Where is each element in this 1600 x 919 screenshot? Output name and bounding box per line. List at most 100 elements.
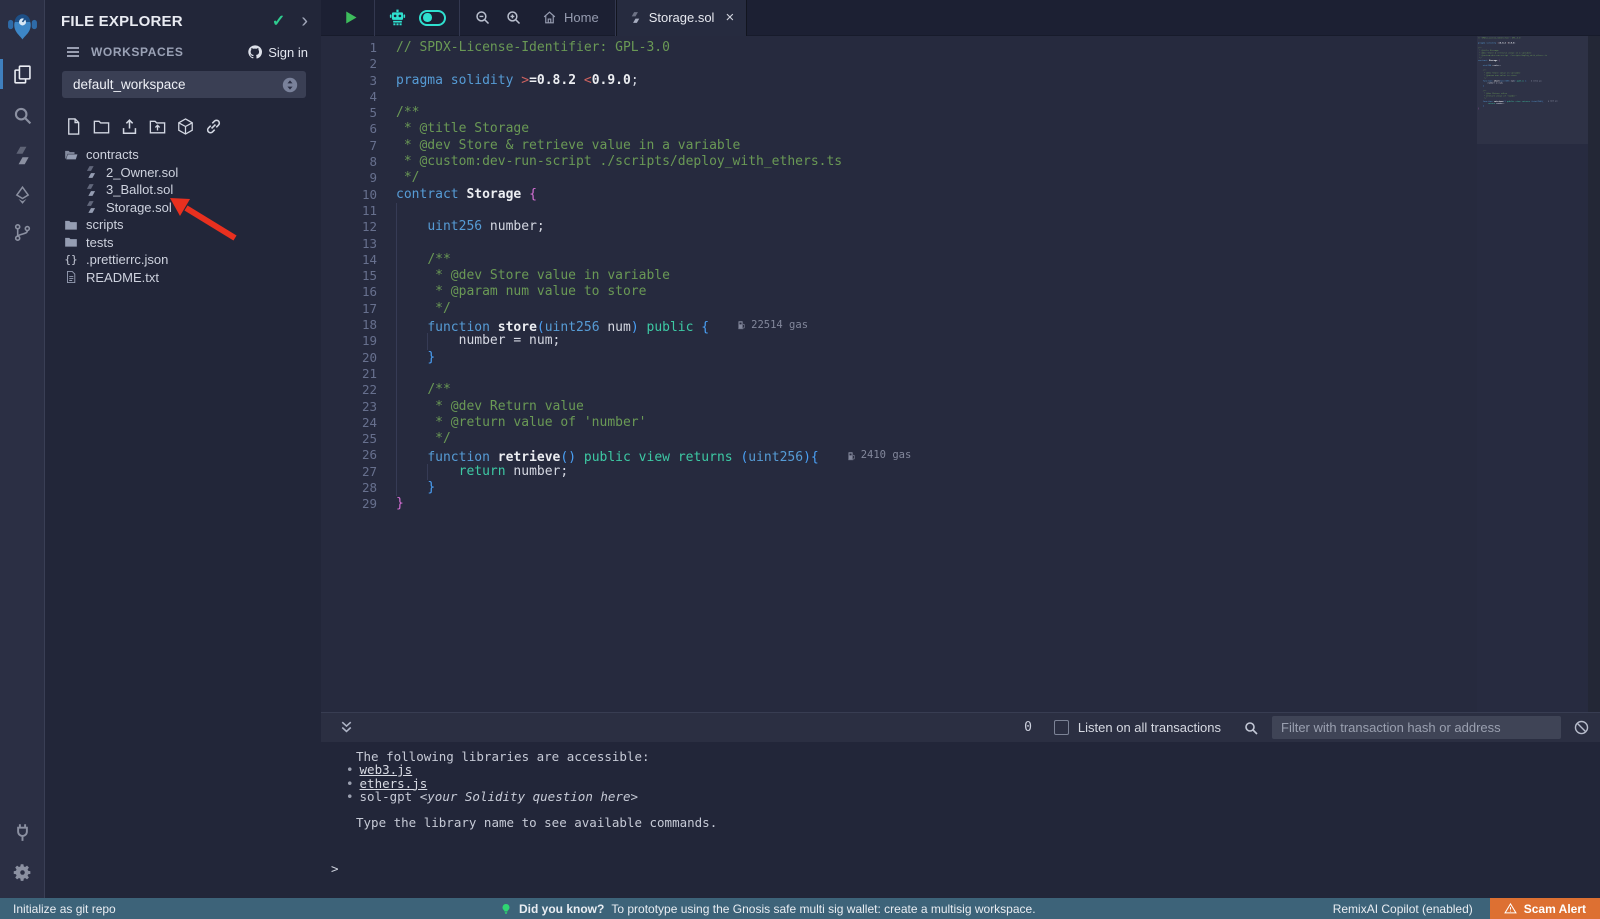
code-line-18[interactable]: function store(uint256 num) public {2251… [396,317,1477,333]
code-line-20[interactable]: } [396,350,1477,366]
code-line-4[interactable] [396,89,1477,105]
code-line-25[interactable]: */ [396,431,1477,447]
code-editor[interactable]: 1234567891011121314151617181920212223242… [321,36,1600,712]
code-line-7[interactable]: * @dev Store & retrieve value in a varia… [396,138,1477,154]
file-actions-toolbar [46,98,320,142]
hamburger-menu-icon[interactable] [64,44,82,60]
terminal-search-icon[interactable] [1243,720,1259,736]
code-line-8[interactable]: * @custom:dev-run-script ./scripts/deplo… [396,154,1477,170]
tip-text: To prototype using the Gnosis safe multi… [611,902,1035,916]
code-line-6[interactable]: * @title Storage [396,121,1477,137]
tree-item-storage-sol[interactable]: Storage.sol [46,199,320,217]
tree-item-readme-txt[interactable]: README.txt [46,269,320,287]
chevron-right-icon[interactable]: › [301,14,308,28]
code-line-10[interactable]: contract Storage { [396,187,1477,203]
terminal-collapse-icon[interactable] [338,719,355,736]
warning-triangle-icon [1504,902,1517,915]
code-line-15[interactable]: * @dev Store value in variable [396,268,1477,284]
editor-topbar: Home Storage.sol × [321,0,1600,36]
listen-all-transactions-checkbox[interactable] [1054,720,1069,735]
tree-item-tests[interactable]: tests [46,234,320,252]
file-tree: contracts2_Owner.sol3_Ballot.solStorage.… [46,142,320,286]
code-line-29[interactable]: } [396,496,1477,512]
zoom-in-icon[interactable] [505,9,522,26]
zoom-out-icon[interactable] [474,9,491,26]
home-icon [542,10,557,25]
code-line-19[interactable]: number = num; [396,333,1477,349]
check-icon: ✓ [272,11,285,31]
tab-storage-sol[interactable]: Storage.sol × [616,0,748,36]
remix-logo-icon[interactable] [6,6,39,42]
code-line-12[interactable]: uint256 number; [396,219,1477,235]
folder-open-icon [64,148,78,162]
copilot-toggle[interactable] [419,10,446,26]
tab-home[interactable]: Home [522,0,615,36]
rail-item-plugin-manager[interactable] [0,815,45,849]
code-line-9[interactable]: */ [396,170,1477,186]
code-content[interactable]: // SPDX-License-Identifier: GPL-3.0 pragm… [396,36,1477,513]
git-init-status[interactable]: Initialize as git repo [0,902,116,916]
workspace-updown-icon [282,77,298,93]
code-line-26[interactable]: function retrieve() public view returns … [396,447,1477,463]
folder-icon [64,218,78,232]
new-file-icon[interactable] [64,117,83,136]
rail-item-solidity-compiler[interactable] [0,138,45,172]
tree-item-scripts[interactable]: scripts [46,216,320,234]
rail-item-search[interactable] [0,98,45,132]
link-icon[interactable] [204,117,223,136]
code-line-13[interactable] [396,236,1477,252]
remix-ide-window: FILE EXPLORER ✓ › WORKSPACES Sign in def… [0,0,1600,919]
terminal-header: 0 Listen on all transactions [321,712,1600,742]
code-line-27[interactable]: return number; [396,464,1477,480]
editor-minimap[interactable]: // SPDX-License-Identifier: GPL-3.0pragm… [1477,36,1588,712]
listen-all-transactions-label[interactable]: Listen on all transactions [1078,720,1221,735]
code-line-11[interactable] [396,203,1477,219]
code-line-17[interactable]: */ [396,301,1477,317]
scam-alert-button[interactable]: Scam Alert [1490,898,1600,919]
code-line-28[interactable]: } [396,480,1477,496]
code-line-23[interactable]: * @dev Return value [396,399,1477,415]
code-line-22[interactable]: /** [396,382,1477,398]
line-numbers-gutter: 1234567891011121314151617181920212223242… [321,36,396,712]
sign-in-button[interactable]: Sign in [247,44,308,60]
code-line-21[interactable] [396,366,1477,382]
rail-item-file-explorer[interactable] [0,57,45,91]
rail-item-git[interactable] [0,215,45,249]
code-line-1[interactable]: // SPDX-License-Identifier: GPL-3.0 [396,40,1477,56]
run-script-button[interactable] [342,9,359,26]
gas-estimate: 22514 gas [737,317,808,333]
transaction-filter-input[interactable] [1272,716,1561,739]
terminal-output[interactable]: The following libraries are accessible:•… [321,742,1600,898]
code-line-5[interactable]: /** [396,105,1477,121]
tree-item-contracts[interactable]: contracts [46,146,320,164]
code-line-29[interactable]: } [1478,107,1588,110]
tree-item--prettierrc-json[interactable]: {}.prettierrc.json [46,251,320,269]
terminal-prompt[interactable]: > [321,862,1600,876]
editor-scrollbar-track[interactable] [1588,36,1600,712]
publish-gist-icon[interactable] [176,117,195,136]
code-line-14[interactable]: /** [396,252,1477,268]
ai-copilot-robot-icon[interactable] [388,8,407,27]
code-line-3[interactable]: pragma solidity >=0.8.2 <0.9.0; [396,73,1477,89]
code-line-24[interactable]: * @return value of 'number' [396,415,1477,431]
tree-item-2-owner-sol[interactable]: 2_Owner.sol [46,164,320,182]
file-explorer-icon [12,64,33,85]
gas-estimate: 2410 gas [847,447,912,463]
new-folder-icon[interactable] [92,117,111,136]
tree-item-3-ballot-sol[interactable]: 3_Ballot.sol [46,181,320,199]
sol-icon [84,183,98,197]
panel-title: FILE EXPLORER [61,13,272,30]
upload-folder-icon[interactable] [148,117,167,136]
workspace-select[interactable]: default_workspace [62,71,306,98]
code-line-16[interactable]: * @param num value to store [396,284,1477,300]
upload-file-icon[interactable] [120,117,139,136]
terminal-line: Type the library name to see available c… [321,816,1600,829]
clear-terminal-icon[interactable] [1573,719,1590,736]
search-icon [12,105,33,126]
folder-icon [64,235,78,249]
code-line-2[interactable] [396,56,1477,72]
rail-item-deploy-run[interactable] [0,178,45,212]
rail-item-settings[interactable] [0,855,45,889]
tab-close-icon[interactable]: × [725,12,734,24]
remixai-copilot-status[interactable]: RemixAI Copilot (enabled) [1333,902,1473,916]
